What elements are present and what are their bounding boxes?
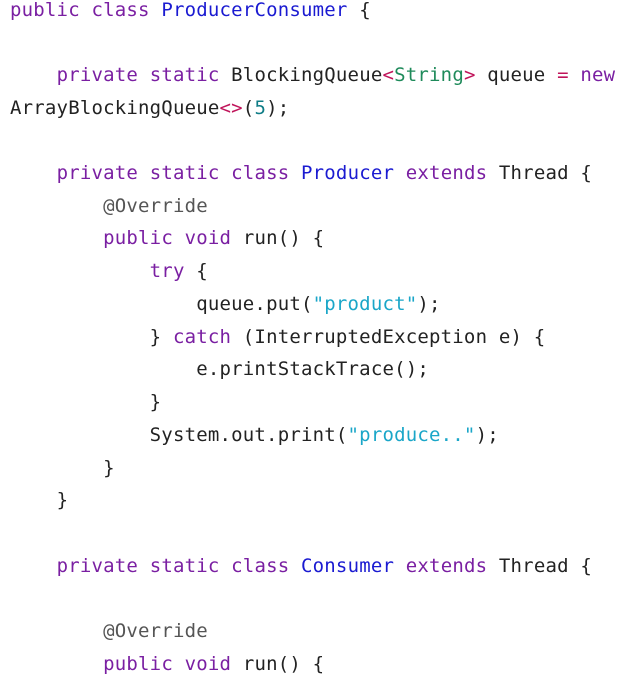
code-line-close-brace: }	[10, 456, 115, 480]
code-line-producer-class: private static class Producer extends Th…	[10, 161, 592, 185]
method-signature: run() {	[242, 653, 325, 675]
keyword: void	[184, 227, 232, 249]
keyword: class	[231, 555, 290, 577]
keyword: static	[149, 64, 220, 86]
brace: {	[359, 0, 371, 21]
keyword: private	[56, 64, 139, 86]
operator: <	[382, 64, 395, 86]
class-name: Producer	[301, 162, 395, 184]
code-line-print-stack-trace: e.printStackTrace();	[10, 357, 429, 381]
type-name: BlockingQueue	[231, 64, 383, 86]
paren: );	[266, 97, 290, 119]
keyword: try	[149, 260, 185, 282]
keyword: static	[149, 555, 220, 577]
generic-type: String	[394, 64, 464, 86]
annotation: @Override	[103, 195, 208, 217]
keyword: new	[580, 64, 616, 86]
code-line-queue-init: ArrayBlockingQueue<>(5);	[10, 96, 289, 120]
method-call: queue.put(	[196, 293, 313, 315]
class-name: ProducerConsumer	[161, 0, 348, 21]
keyword: void	[184, 653, 232, 675]
operator: <>	[219, 97, 243, 119]
keyword: public	[103, 653, 173, 675]
catch-params: (InterruptedException e) {	[242, 326, 546, 348]
type-name: ArrayBlockingQueue	[10, 97, 220, 119]
paren: );	[417, 293, 441, 315]
code-line-run-method: public void run() {	[10, 226, 324, 250]
method-signature: run() {	[242, 227, 325, 249]
paren: (	[242, 97, 255, 119]
brace: {	[580, 162, 593, 184]
code-line-close-brace: }	[10, 488, 68, 512]
brace: }	[103, 457, 115, 479]
keyword: public	[10, 0, 80, 21]
code-line-queue-field: private static BlockingQueue<String> que…	[10, 63, 616, 87]
brace: }	[149, 391, 162, 413]
keyword: static	[149, 162, 220, 184]
class-name: Consumer	[301, 555, 395, 577]
method-call: e.printStackTrace();	[196, 358, 430, 380]
code-line-queue-put: queue.put("product");	[10, 292, 441, 316]
brace: {	[196, 260, 208, 282]
brace: {	[580, 555, 593, 577]
keyword: private	[56, 162, 139, 184]
keyword: public	[103, 227, 173, 249]
code-line-close-brace: }	[10, 390, 161, 414]
keyword: extends	[405, 162, 488, 184]
code-line-consumer-class: private static class Consumer extends Th…	[10, 554, 592, 578]
parent-class: Thread	[498, 555, 569, 577]
code-line-class-declaration: public class ProducerConsumer {	[10, 0, 371, 22]
parent-class: Thread	[498, 162, 569, 184]
code-line-annotation: @Override	[10, 619, 208, 643]
keyword: extends	[405, 555, 488, 577]
annotation: @Override	[103, 620, 208, 642]
code-line-try: try {	[10, 259, 208, 283]
string-literal: "product"	[312, 293, 418, 315]
brace: }	[56, 489, 69, 511]
keyword: class	[231, 162, 290, 184]
code-line-print-produce: System.out.print("produce..");	[10, 423, 499, 447]
method-call: System.out.print(	[149, 424, 348, 446]
code-line-run-method: public void run() {	[10, 652, 324, 676]
string-literal: "produce.."	[347, 424, 476, 446]
operator: =	[557, 64, 569, 86]
keyword: class	[91, 0, 150, 21]
variable: queue	[487, 64, 546, 86]
code-block: public class ProducerConsumer { private …	[0, 0, 633, 682]
operator: >	[463, 64, 476, 86]
number-literal: 5	[254, 97, 267, 119]
brace: }	[149, 326, 162, 348]
code-line-catch: } catch (InterruptedException e) {	[10, 325, 546, 349]
keyword: catch	[172, 326, 232, 348]
keyword: private	[56, 555, 139, 577]
code-line-annotation: @Override	[10, 194, 208, 218]
paren: );	[475, 424, 499, 446]
